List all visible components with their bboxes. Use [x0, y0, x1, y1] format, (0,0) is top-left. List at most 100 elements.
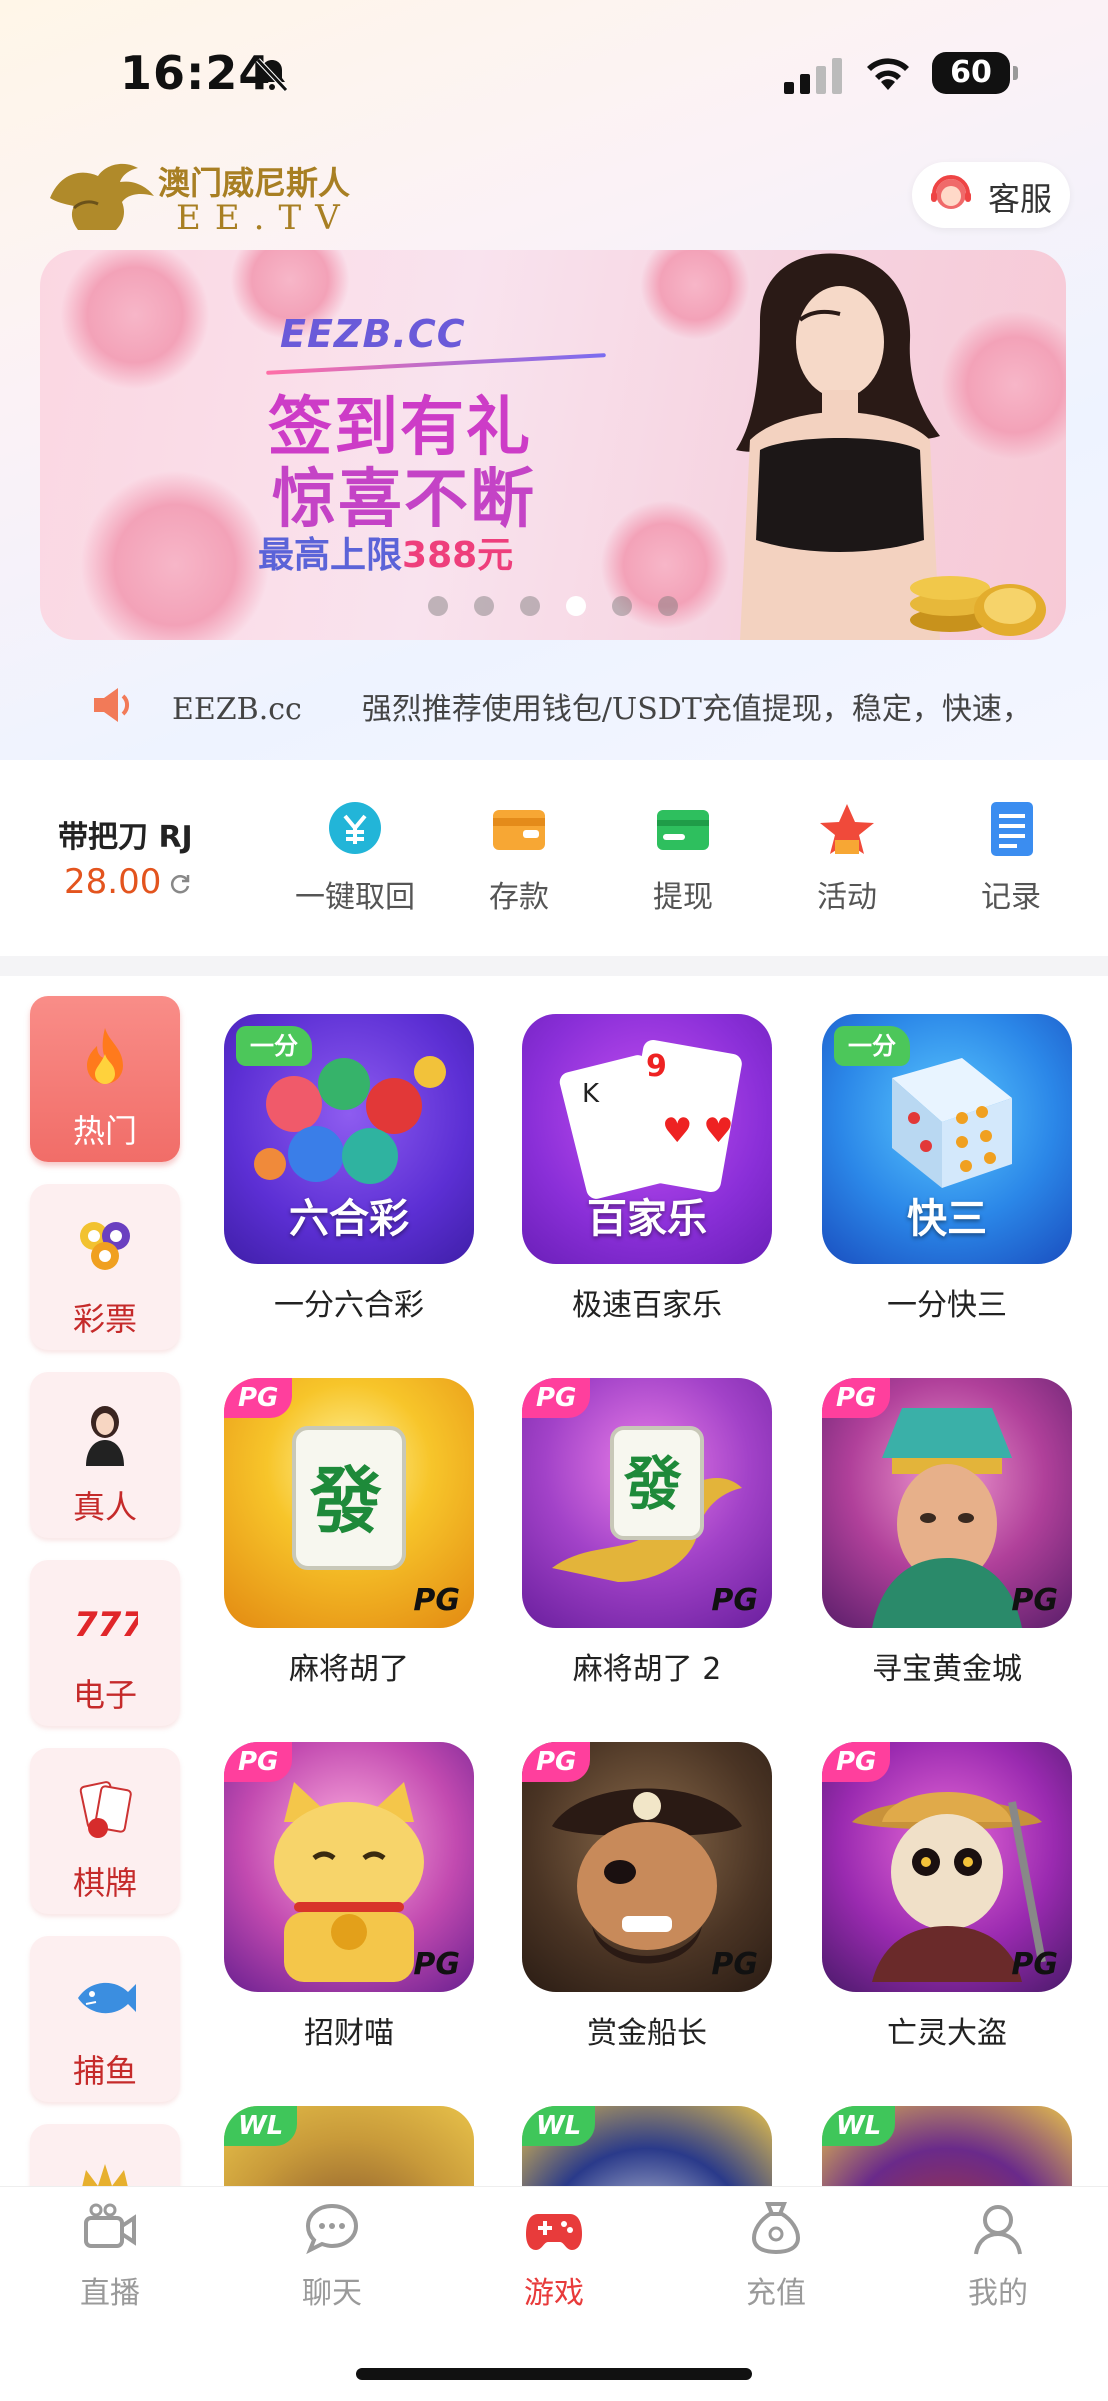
game-card-lucky-neko[interactable]: PG PG 招财喵	[224, 1742, 474, 2052]
banner-dot[interactable]	[428, 596, 448, 616]
svg-text:9: 9	[646, 1049, 667, 1084]
cards-icon	[79, 1781, 132, 1838]
wallet-icon	[493, 810, 545, 850]
action-recall-all[interactable]: 一键取回	[280, 800, 430, 916]
sidebar-label: 捕鱼	[72, 2052, 137, 2090]
game-badge: PG	[522, 1378, 591, 1418]
customer-service-button[interactable]: 客服	[912, 162, 1070, 228]
banner-brand: EEZB.CC	[280, 312, 466, 356]
live-dealer-icon	[86, 1406, 124, 1466]
action-records[interactable]: 记录	[936, 800, 1086, 916]
nav-tab-live[interactable]: 直播	[40, 2200, 180, 2312]
game-card-mahjong-ways-2[interactable]: 發 PG PG 麻将胡了 2	[522, 1378, 772, 1688]
action-label: 活动	[817, 880, 877, 915]
game-name: 亡灵大盗	[887, 2016, 1007, 2051]
provider-mark: PG	[711, 1583, 758, 1618]
sidebar-label: 真人	[72, 1488, 137, 1526]
game-card-mahjong-ways[interactable]: 發 PG PG 麻将胡了	[224, 1378, 474, 1688]
banner-subline-amount: 388元	[402, 535, 514, 576]
sidebar-label: 热门	[72, 1112, 137, 1150]
banner-dot[interactable]	[566, 596, 586, 616]
sidebar-item-fishing[interactable]: 捕鱼	[30, 1936, 180, 2102]
nav-tab-games[interactable]: 游戏	[484, 2200, 624, 2312]
refresh-icon[interactable]	[168, 872, 192, 896]
wifi-icon	[867, 58, 909, 90]
svg-text:發: 發	[623, 1450, 682, 1518]
sidebar-item-slots[interactable]: 777 电子	[30, 1560, 180, 1726]
nav-label: 直播	[80, 2276, 140, 2311]
nav-tab-profile[interactable]: 我的	[928, 2200, 1068, 2312]
action-events[interactable]: 活动	[772, 800, 922, 916]
balance-amount: 28.00	[64, 862, 162, 902]
banner-dot[interactable]	[474, 596, 494, 616]
game-tile: PG PG	[822, 1378, 1072, 1628]
game-badge: PG	[224, 1742, 293, 1782]
banner-pagination	[40, 596, 1066, 616]
banner-dot[interactable]	[520, 596, 540, 616]
game-badge: PG	[822, 1742, 891, 1782]
game-name: 招财喵	[304, 2016, 394, 2051]
game-tile: PG PG	[822, 1742, 1072, 1992]
banner-subline: 最高上限388元	[258, 526, 513, 578]
game-card-baccarat[interactable]: 9 ♥ ♥ K 百家乐 极速百家乐	[522, 1014, 772, 1324]
gold-coins-image	[910, 576, 1046, 636]
game-card-captains-bounty[interactable]: PG PG 赏金船长	[522, 1742, 772, 2052]
announcement-text: EEZB.cc 强烈推荐使用钱包/USDT充值提现，稳定，快速，	[172, 692, 1032, 727]
nav-tab-recharge[interactable]: 充值	[706, 2200, 846, 2312]
sidebar-item-hot[interactable]: 热门	[30, 996, 180, 1162]
fire-icon	[87, 1028, 123, 1084]
nav-label: 聊天	[302, 2276, 362, 2311]
game-tile: 發 PG PG	[522, 1378, 772, 1628]
game-name: 赏金船长	[587, 2016, 707, 2051]
lottery-balls-icon	[254, 1056, 446, 1184]
game-tile-label: 快三	[907, 1196, 987, 1242]
nav-label: 充值	[746, 2276, 806, 2311]
game-card-treasures-aztec[interactable]: PG PG 寻宝黄金城	[822, 1378, 1072, 1688]
sidebar-item-live[interactable]: 真人	[30, 1372, 180, 1538]
announcement-marquee[interactable]: EEZB.cc 强烈推荐使用钱包/USDT充值提现，稳定，快速，	[172, 684, 1052, 730]
sidebar-item-lottery[interactable]: 彩票	[30, 1184, 180, 1350]
nav-tab-chat[interactable]: 聊天	[262, 2200, 402, 2312]
cellular-signal-icon	[784, 58, 842, 94]
game-badge: 一分	[834, 1026, 910, 1066]
game-badge: 一分	[236, 1026, 312, 1066]
game-name: 一分六合彩	[274, 1288, 424, 1323]
game-badge: PG	[522, 1742, 591, 1782]
game-tile: PG PG	[224, 1742, 474, 1992]
game-name: 寻宝黄金城	[872, 1652, 1022, 1687]
action-deposit[interactable]: 存款	[444, 800, 594, 916]
game-tile: PG PG	[522, 1742, 772, 1992]
money-bag-icon	[751, 2202, 801, 2255]
game-card-wild-bandito[interactable]: PG PG 亡灵大盗	[822, 1742, 1072, 2052]
game-name: 极速百家乐	[572, 1288, 722, 1323]
sidebar-label: 彩票	[72, 1300, 137, 1338]
gamepad-icon	[526, 2214, 582, 2250]
game-tile-label: 百家乐	[587, 1196, 707, 1242]
game-card-fast-three[interactable]: 快三 一分 一分快三	[822, 1014, 1072, 1324]
game-badge: WL	[822, 2106, 896, 2146]
game-tile: 六合彩 一分	[224, 1014, 474, 1264]
sidebar-item-cards[interactable]: 棋牌	[30, 1748, 180, 1914]
action-label: 一键取回	[295, 880, 415, 915]
mahjong-tile-icon: 發	[292, 1426, 406, 1570]
yuan-recall-icon	[329, 802, 381, 854]
banner-dot[interactable]	[612, 596, 632, 616]
game-card-mark-six[interactable]: 六合彩 一分 一分六合彩	[224, 1014, 474, 1324]
game-badge: PG	[822, 1378, 891, 1418]
game-tile: 發 PG PG	[224, 1378, 474, 1628]
promo-banner[interactable]: EEZB.CC 签到有礼 惊喜不断 最高上限388元	[40, 250, 1066, 640]
live-camera-icon	[84, 2203, 136, 2248]
provider-mark: PG	[413, 1583, 460, 1618]
blossom-decoration	[60, 250, 210, 390]
customer-service-label: 客服	[988, 180, 1053, 218]
battery-indicator: 60	[932, 52, 1018, 94]
banner-subline-prefix: 最高上限	[258, 535, 403, 576]
action-withdraw[interactable]: 提现	[608, 800, 758, 916]
game-tile: 9 ♥ ♥ K 百家乐	[522, 1014, 772, 1264]
sidebar-label: 棋牌	[72, 1864, 137, 1902]
speaker-announcement-icon	[94, 688, 130, 722]
action-label: 记录	[981, 880, 1041, 915]
home-indicator[interactable]	[356, 2368, 752, 2380]
banner-dot[interactable]	[658, 596, 678, 616]
document-icon	[991, 802, 1033, 856]
